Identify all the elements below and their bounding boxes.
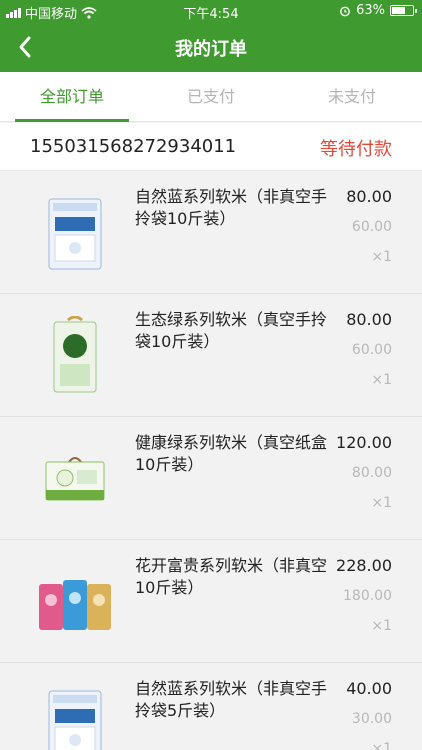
blue-rice-bag-icon <box>48 690 102 750</box>
nav-bar: 我的订单 <box>0 22 422 72</box>
battery-icon <box>390 5 417 16</box>
original-price: 80.00 <box>351 465 392 481</box>
product-image <box>35 682 115 750</box>
active-tab-indicator <box>15 119 129 122</box>
product-quantity: ×1 <box>371 741 392 750</box>
tab-paid[interactable]: 已支付 <box>141 72 281 122</box>
product-name: 自然蓝系列软米（非真空手拎袋5斤装） <box>135 679 328 720</box>
order-item[interactable]: 健康绿系列软米（真空纸盒10斤装） 120.00 80.00 ×1 <box>0 418 422 540</box>
tab-label: 全部订单 <box>39 87 104 106</box>
product-quantity: ×1 <box>371 372 392 388</box>
green-rice-box-icon <box>45 457 105 501</box>
product-price: 40.00 <box>346 679 392 698</box>
status-bar: 中国移动 下午4:54 63% <box>0 0 422 22</box>
order-tabs: 全部订单 已支付 未支付 <box>0 72 422 122</box>
top-bar: 中国移动 下午4:54 63% 我的订单 <box>0 0 422 72</box>
product-quantity: ×1 <box>371 495 392 511</box>
product-price: 80.00 <box>346 187 392 206</box>
product-price: 228.00 <box>336 556 392 575</box>
product-quantity: ×1 <box>371 618 392 634</box>
blue-rice-bag-icon <box>48 198 102 270</box>
order-item[interactable]: 生态绿系列软米（真空手拎袋10斤装） 80.00 60.00 ×1 <box>0 295 422 417</box>
product-name: 健康绿系列软米（真空纸盒10斤装） <box>135 433 328 474</box>
alarm-icon <box>340 6 350 16</box>
original-price: 60.00 <box>351 342 392 358</box>
product-price: 120.00 <box>336 433 392 452</box>
order-item[interactable]: 自然蓝系列软米（非真空手拎袋5斤装） 40.00 30.00 ×1 <box>0 664 422 750</box>
product-price: 80.00 <box>346 310 392 329</box>
order-header[interactable]: 155031568272934011 等待付款 <box>0 123 422 171</box>
tab-label: 已支付 <box>186 87 235 106</box>
tab-all-orders[interactable]: 全部订单 <box>2 72 142 122</box>
tab-label: 未支付 <box>327 87 376 106</box>
order-number: 155031568272934011 <box>30 136 237 157</box>
tab-unpaid[interactable]: 未支付 <box>282 72 422 122</box>
product-image <box>35 436 115 522</box>
original-price: 60.00 <box>351 219 392 235</box>
product-image <box>35 559 115 645</box>
product-name: 生态绿系列软米（真空手拎袋10斤装） <box>135 310 328 351</box>
floral-rice-bags-icon <box>39 580 111 630</box>
green-rice-bag-icon <box>53 316 97 393</box>
product-name: 自然蓝系列软米（非真空手拎袋10斤装） <box>135 187 328 228</box>
product-image <box>35 190 115 276</box>
product-name: 花开富贵系列软米（非真空10斤装） <box>135 556 328 597</box>
product-image <box>35 313 115 399</box>
order-item[interactable]: 花开富贵系列软米（非真空10斤装） 228.00 180.00 ×1 <box>0 541 422 663</box>
product-quantity: ×1 <box>371 249 392 265</box>
battery-fill <box>392 7 405 14</box>
page-title: 我的订单 <box>175 39 247 60</box>
battery-percent: 63% <box>356 3 385 18</box>
original-price: 30.00 <box>351 711 392 727</box>
order-status: 等待付款 <box>320 139 392 160</box>
order-item[interactable]: 自然蓝系列软米（非真空手拎袋10斤装） 80.00 60.00 ×1 <box>0 172 422 294</box>
original-price: 180.00 <box>343 588 392 604</box>
status-right: 63% <box>339 3 417 18</box>
